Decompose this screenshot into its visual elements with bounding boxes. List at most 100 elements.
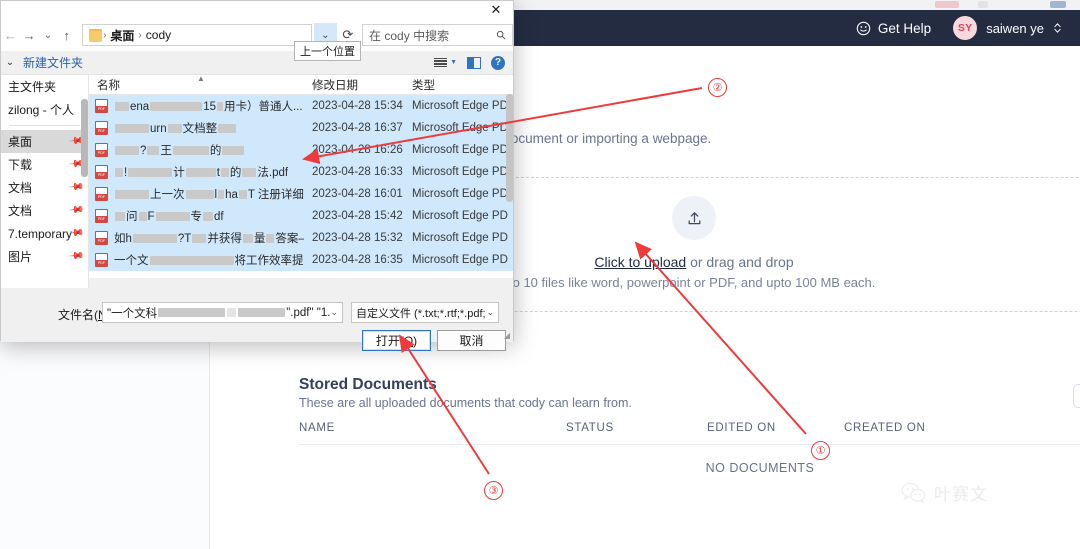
pdf-file-icon (95, 187, 108, 201)
table-row[interactable]: ? 王 的 2023-04-28 16:26 Microsoft Edge PD (89, 139, 513, 161)
file-rows-container: ena 15 用卡）普通人... 2023-04-28 15:34 Microsoft … (89, 95, 513, 271)
file-name-fragment: ? (140, 145, 147, 157)
file-name-redaction (242, 168, 257, 178)
arrow-right-icon[interactable]: → (20, 23, 39, 47)
pin-icon: 📌 (67, 202, 85, 219)
table-row[interactable]: ! 计 t的 法.pdf 2023-04-28 16:33 Microsoft Edge … (89, 161, 513, 183)
file-name-fragment: F (147, 211, 155, 223)
view-options-button[interactable]: ▼ (434, 57, 457, 68)
file-name-fragment: T 注册详细... (247, 189, 304, 201)
sidebar-item-home[interactable]: 主文件夹 (1, 75, 88, 98)
file-date-cell: 2023-04-28 15:42 (312, 210, 403, 222)
breadcrumb-desktop[interactable]: 桌面 (107, 27, 137, 44)
file-name-fragment: 一个文 (114, 255, 149, 267)
get-help-button[interactable]: Get Help (856, 21, 931, 36)
sidebar-scrollbar[interactable] (81, 99, 88, 177)
open-button[interactable]: 打开(O) (362, 330, 431, 351)
wechat-icon (901, 482, 926, 503)
sidebar-item-desktop[interactable]: 桌面 📌 (1, 130, 88, 153)
dialog-body: 主文件夹 zilong - 个人 桌面 📌 下载 📌 文档 📌 文档 📌 7.t… (1, 75, 513, 288)
file-name-fragment: 的 (209, 145, 222, 157)
filename-input[interactable]: "一个文科 ".pdf" "1. ⌄ (102, 302, 343, 323)
file-name-cell: urn 文档整 (89, 120, 304, 136)
table-row[interactable]: 上一次 lha T 注册详细... 2023-04-28 16:01 Microsoft… (89, 183, 513, 205)
smiley-icon (856, 21, 871, 35)
sidebar-item-downloads[interactable]: 下载 📌 (1, 153, 88, 176)
file-name-fragment: 将工作效率提... (234, 255, 305, 267)
file-name-fragment: 用卡）普通人... (223, 101, 303, 113)
file-name-text: ! 计 t 的 法.pdf (114, 164, 288, 180)
file-list-vertical-scrollbar[interactable] (506, 94, 513, 202)
annotation-badge-3: ③ (484, 481, 503, 500)
dialog-footer: 文件名(N): "一个文科 ".pdf" "1. ⌄ 自定义文件 (*.txt;… (1, 288, 513, 351)
help-question-icon[interactable]: ? (491, 55, 505, 70)
file-list-pane: 名称 修改日期 类型 ▲ ena 15 用卡）普通人... 2023-04-28 15… (89, 75, 513, 288)
arrow-up-icon[interactable]: ↑ (57, 23, 76, 47)
sidebar-label: 文档 (8, 204, 33, 218)
sidebar-item-temporary[interactable]: 7.temporary 📌 (1, 222, 88, 245)
file-name-cell: ena 15 用卡）普通人... (89, 98, 304, 114)
file-column-date[interactable]: 修改日期 (304, 77, 404, 93)
file-name-redaction (115, 124, 149, 134)
file-type-cell: Microsoft Edge PD (412, 188, 508, 200)
file-name-fragment: 并获得 (207, 233, 242, 245)
search-documents-input[interactable] (1073, 384, 1080, 408)
file-name-cell: 上一次 lha T 注册详细... (89, 186, 304, 202)
file-type-cell: Microsoft Edge PD (412, 144, 508, 156)
dialog-search-input[interactable]: 在 cody 中搜索 (362, 24, 514, 46)
watermark-text: 叶赛文 (934, 485, 988, 504)
avatar: SY (953, 16, 978, 40)
file-date-cell: 2023-04-28 16:33 (312, 166, 403, 178)
file-name-fragment: 王 (160, 145, 172, 157)
cancel-button[interactable]: 取消 (437, 330, 506, 351)
sort-ascending-icon: ▲ (197, 75, 205, 83)
filetype-chevron-down-icon: ⌄ (486, 307, 494, 317)
filename-chevron-down-icon[interactable]: ⌄ (330, 307, 338, 318)
close-icon[interactable]: ✕ (483, 2, 509, 18)
file-name-redaction (218, 190, 225, 200)
file-column-type[interactable]: 类型 (404, 77, 435, 93)
dialog-sidebar: 主文件夹 zilong - 个人 桌面 📌 下载 📌 文档 📌 文档 📌 7.t… (1, 75, 89, 288)
user-name-label: saiwen ye (986, 20, 1044, 36)
table-row[interactable]: 如h ?T 并获得量答案——... 2023-04-28 15:32 Microsoft… (89, 227, 513, 249)
file-name-redaction (185, 190, 214, 200)
sidebar-item-documents-1[interactable]: 文档 📌 (1, 176, 88, 199)
file-name-redaction (115, 212, 125, 222)
resize-grip-icon[interactable]: ◢ (504, 331, 510, 340)
magnifier-icon (496, 30, 506, 40)
address-bar[interactable]: › 桌面 › cody (82, 24, 313, 46)
sidebar-divider (9, 125, 80, 126)
dialog-search-placeholder: 在 cody 中搜索 (369, 28, 450, 43)
new-folder-button[interactable]: 新建文件夹 (23, 54, 83, 71)
sidebar-item-pictures[interactable]: 图片 📌 (1, 245, 88, 268)
recent-locations-chevron-down-icon[interactable]: ⌄ (39, 23, 58, 47)
file-name-fragment: df (214, 211, 224, 223)
click-to-upload-link[interactable]: Click to upload (594, 254, 686, 270)
file-name-fragment: 专 (190, 211, 203, 223)
table-row[interactable]: urn 文档整 2023-04-28 16:37 Microsoft Edge PD (89, 117, 513, 139)
file-name-text: ? 王 的 (114, 142, 245, 158)
user-menu[interactable]: SY saiwen ye (953, 16, 1062, 40)
file-name-fragment: ha (225, 189, 238, 201)
organize-chevron-down-icon[interactable]: ⌄ (1, 57, 19, 68)
watermark: 叶赛文 (900, 480, 988, 505)
sidebar-item-onedrive[interactable]: zilong - 个人 (1, 98, 88, 121)
file-name-redaction (266, 234, 275, 244)
file-name-redaction (203, 212, 214, 222)
file-name-redaction (132, 234, 177, 244)
sidebar-item-documents-2[interactable]: 文档 📌 (1, 199, 88, 222)
table-row[interactable]: ena 15 用卡）普通人... 2023-04-28 15:34 Microsoft … (89, 95, 513, 117)
open-button-post: ) (413, 333, 418, 348)
breadcrumb-cody[interactable]: cody (143, 28, 174, 42)
table-row[interactable]: 一个文 将工作效率提... 2023-04-28 16:35 Microsoft Ed… (89, 249, 513, 271)
pin-icon: 📌 (67, 179, 85, 196)
get-help-label: Get Help (877, 20, 932, 36)
file-type-cell: Microsoft Edge PD (412, 210, 508, 222)
file-name-redaction (238, 190, 247, 200)
back-icon[interactable]: ← (1, 23, 20, 47)
file-name-fragment: ! (124, 167, 128, 179)
table-row[interactable]: 问F 专 df 2023-04-28 15:42 Microsoft Edge PD (89, 205, 513, 227)
filetype-select[interactable]: 自定义文件 (*.txt;*.rtf;*.pdf;*.m ⌄ (351, 302, 499, 323)
preview-pane-icon[interactable] (467, 56, 481, 69)
file-name-fragment: l (214, 189, 218, 201)
